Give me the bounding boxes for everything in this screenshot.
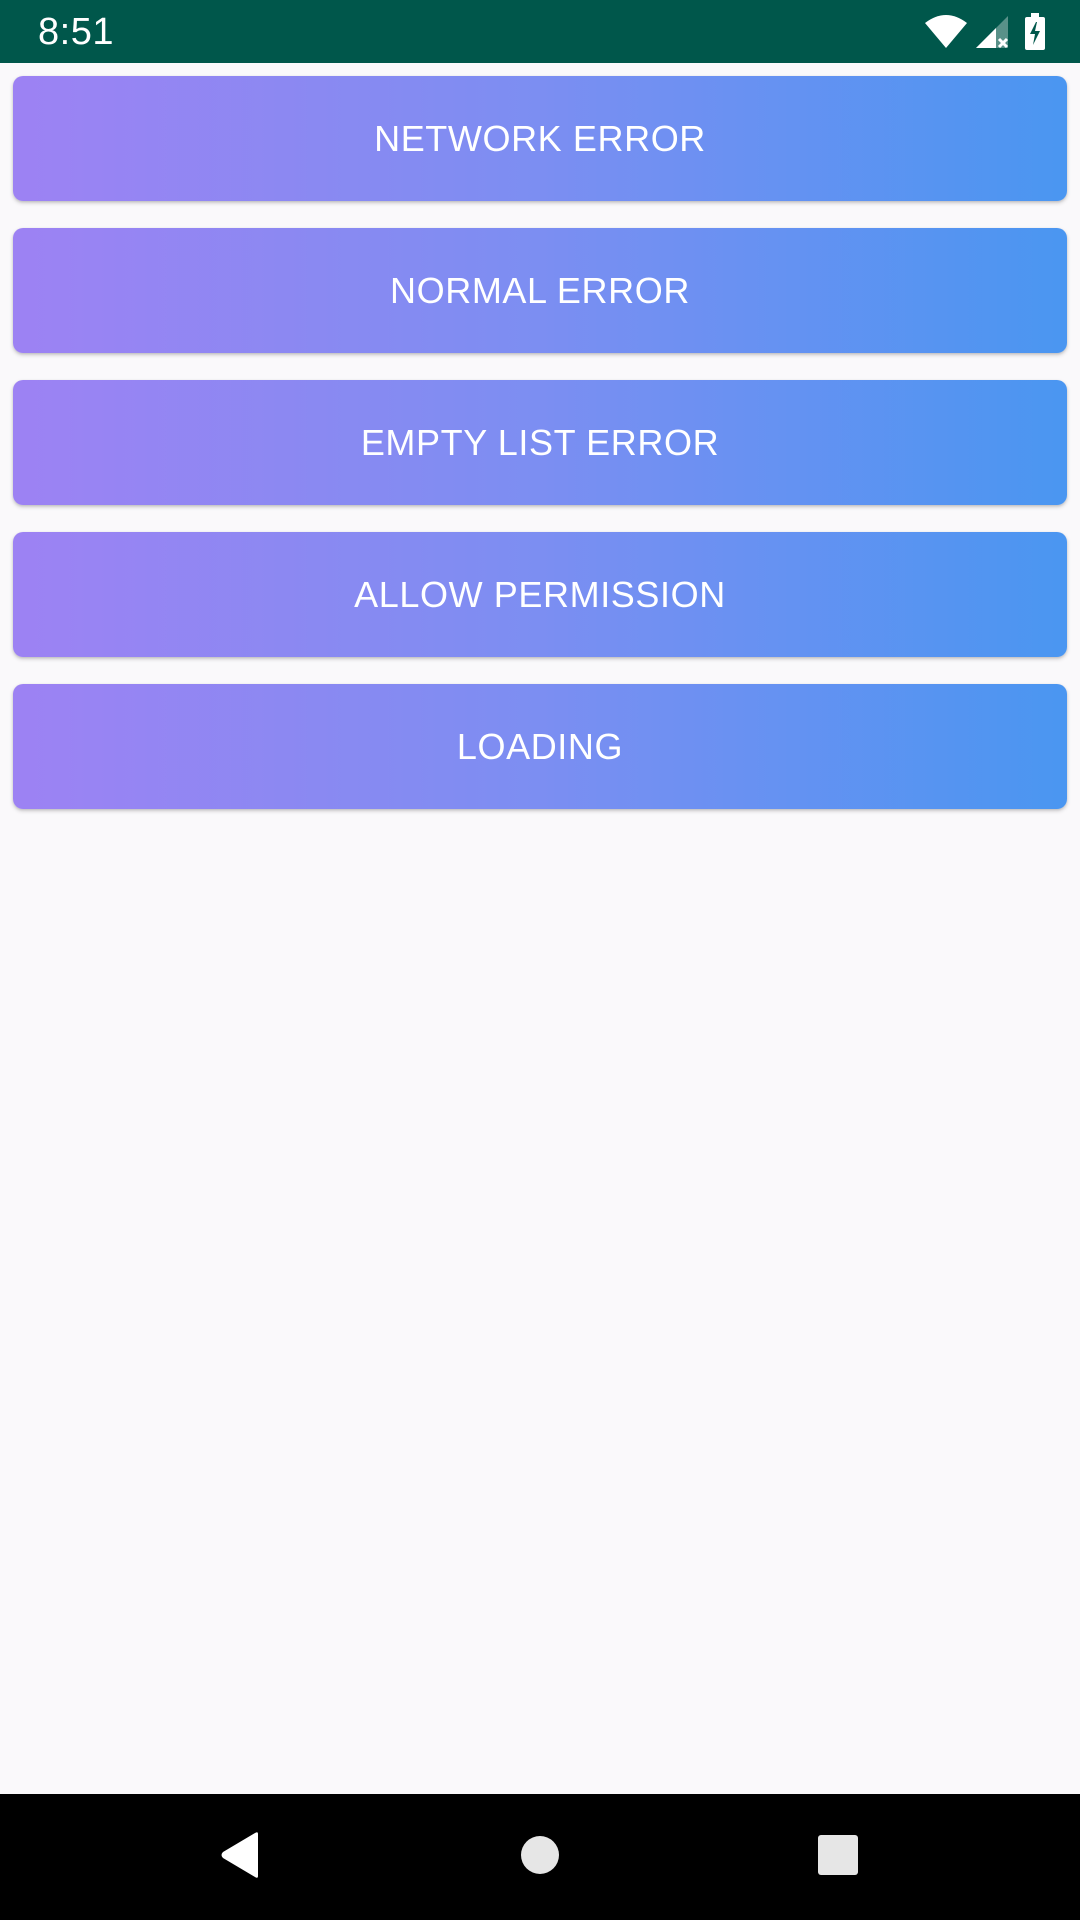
loading-button[interactable]: LOADING — [13, 684, 1067, 809]
loading-label: LOADING — [456, 725, 624, 767]
normal-error-button[interactable]: NORMAL ERROR — [13, 228, 1067, 353]
back-button[interactable] — [200, 1820, 280, 1894]
home-button[interactable] — [500, 1820, 580, 1894]
network-error-label: NETWORK ERROR — [374, 117, 706, 159]
status-bar: 8:51 — [0, 0, 1080, 63]
battery-charging-icon — [1024, 13, 1046, 51]
wifi-icon — [924, 15, 968, 49]
signal-icon — [974, 14, 1010, 50]
empty-list-error-button[interactable]: EMPTY LIST ERROR — [13, 380, 1067, 505]
network-error-button[interactable]: NETWORK ERROR — [13, 76, 1067, 201]
normal-error-label: NORMAL ERROR — [390, 269, 690, 311]
allow-permission-button[interactable]: ALLOW PERMISSION — [13, 532, 1067, 657]
back-icon — [218, 1831, 262, 1883]
navigation-bar — [0, 1794, 1080, 1920]
empty-list-error-label: EMPTY LIST ERROR — [360, 421, 720, 463]
recents-button[interactable] — [798, 1820, 878, 1894]
recents-icon — [818, 1835, 858, 1879]
status-icons — [924, 12, 1046, 52]
allow-permission-label: ALLOW PERMISSION — [354, 573, 726, 615]
status-time: 8:51 — [38, 11, 114, 53]
home-icon — [520, 1835, 560, 1879]
